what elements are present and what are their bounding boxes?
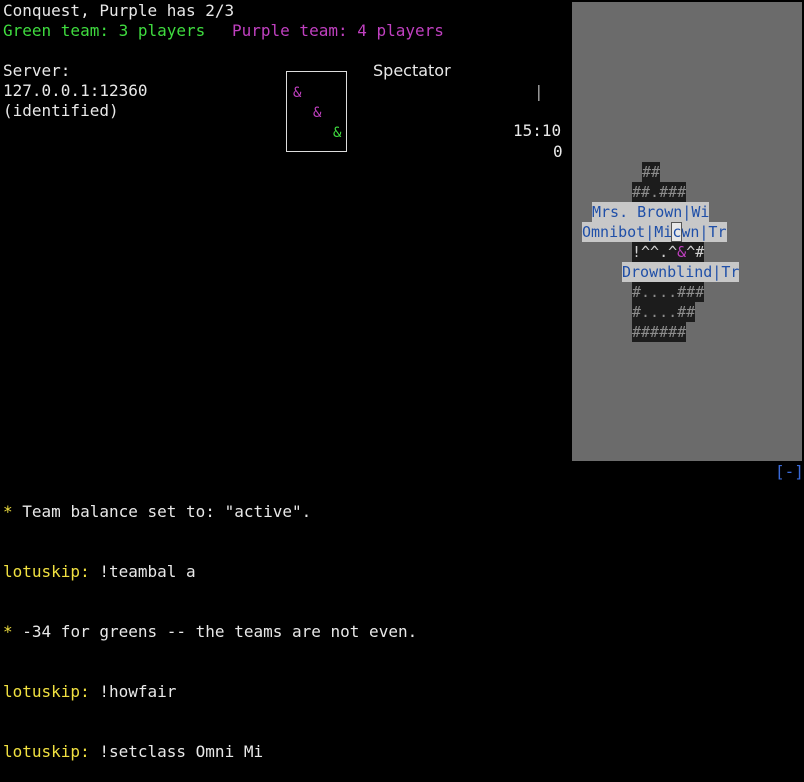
- player-name-tag: Drownblind|Tr: [622, 262, 740, 282]
- minimap: & & &: [286, 71, 347, 152]
- system-message-marker: *: [3, 622, 13, 641]
- player-name-tag: Mrs. Brown|Wi: [592, 202, 710, 222]
- log-line: lotuskip: !howfair: [3, 682, 177, 701]
- chat-log: * Team balance set to: "active". lotuski…: [3, 462, 417, 782]
- server-address: 127.0.0.1:12360: [3, 81, 148, 100]
- map-wall-row: ##: [642, 162, 661, 182]
- player-avatar: &: [677, 243, 687, 261]
- game-viewport[interactable]: ## ##.### Mrs. Brown|Wi Omnibot|Micwn|Tr…: [572, 2, 802, 461]
- player-name-tag: Omnibot|Micwn|Tr: [582, 222, 727, 242]
- chat-username: lotuskip:: [3, 562, 90, 581]
- minimap-player-marker: &: [313, 105, 322, 121]
- spectator-label: Spectator: [373, 61, 451, 80]
- game-timer: 15:10: [513, 121, 562, 140]
- map-wall-row: ######: [632, 322, 687, 342]
- system-message-marker: *: [3, 502, 13, 521]
- log-line: * -34 for greens -- the teams are not ev…: [3, 622, 418, 641]
- server-label: Server:: [3, 61, 71, 80]
- score-value: 0: [553, 142, 563, 161]
- map-wall-row: #....##: [632, 302, 696, 322]
- purple-team-count: Purple team: 4 players: [232, 21, 444, 40]
- green-team-count: Green team: 3 players: [3, 21, 206, 40]
- log-collapse-button[interactable]: [-]: [775, 462, 804, 482]
- map-wall-row: #....###: [632, 282, 705, 302]
- log-line: lotuskip: !setclass Omni Mi: [3, 742, 264, 761]
- log-line: lotuskip: !teambal a: [3, 562, 196, 581]
- chat-username: lotuskip:: [3, 682, 90, 701]
- server-status: (identified): [3, 101, 119, 120]
- game-mode-status: Conquest, Purple has 2/3: [3, 1, 235, 20]
- log-line: * Team balance set to: "active".: [3, 502, 312, 521]
- map-cursor: c: [671, 222, 683, 242]
- text-cursor: |: [534, 82, 544, 101]
- map-wall-row: ##.###: [632, 182, 687, 202]
- map-floor-row: !^^.^&^#: [632, 242, 705, 262]
- chat-username: lotuskip:: [3, 742, 90, 761]
- minimap-player-marker: &: [333, 125, 342, 141]
- minimap-player-marker: &: [293, 85, 302, 101]
